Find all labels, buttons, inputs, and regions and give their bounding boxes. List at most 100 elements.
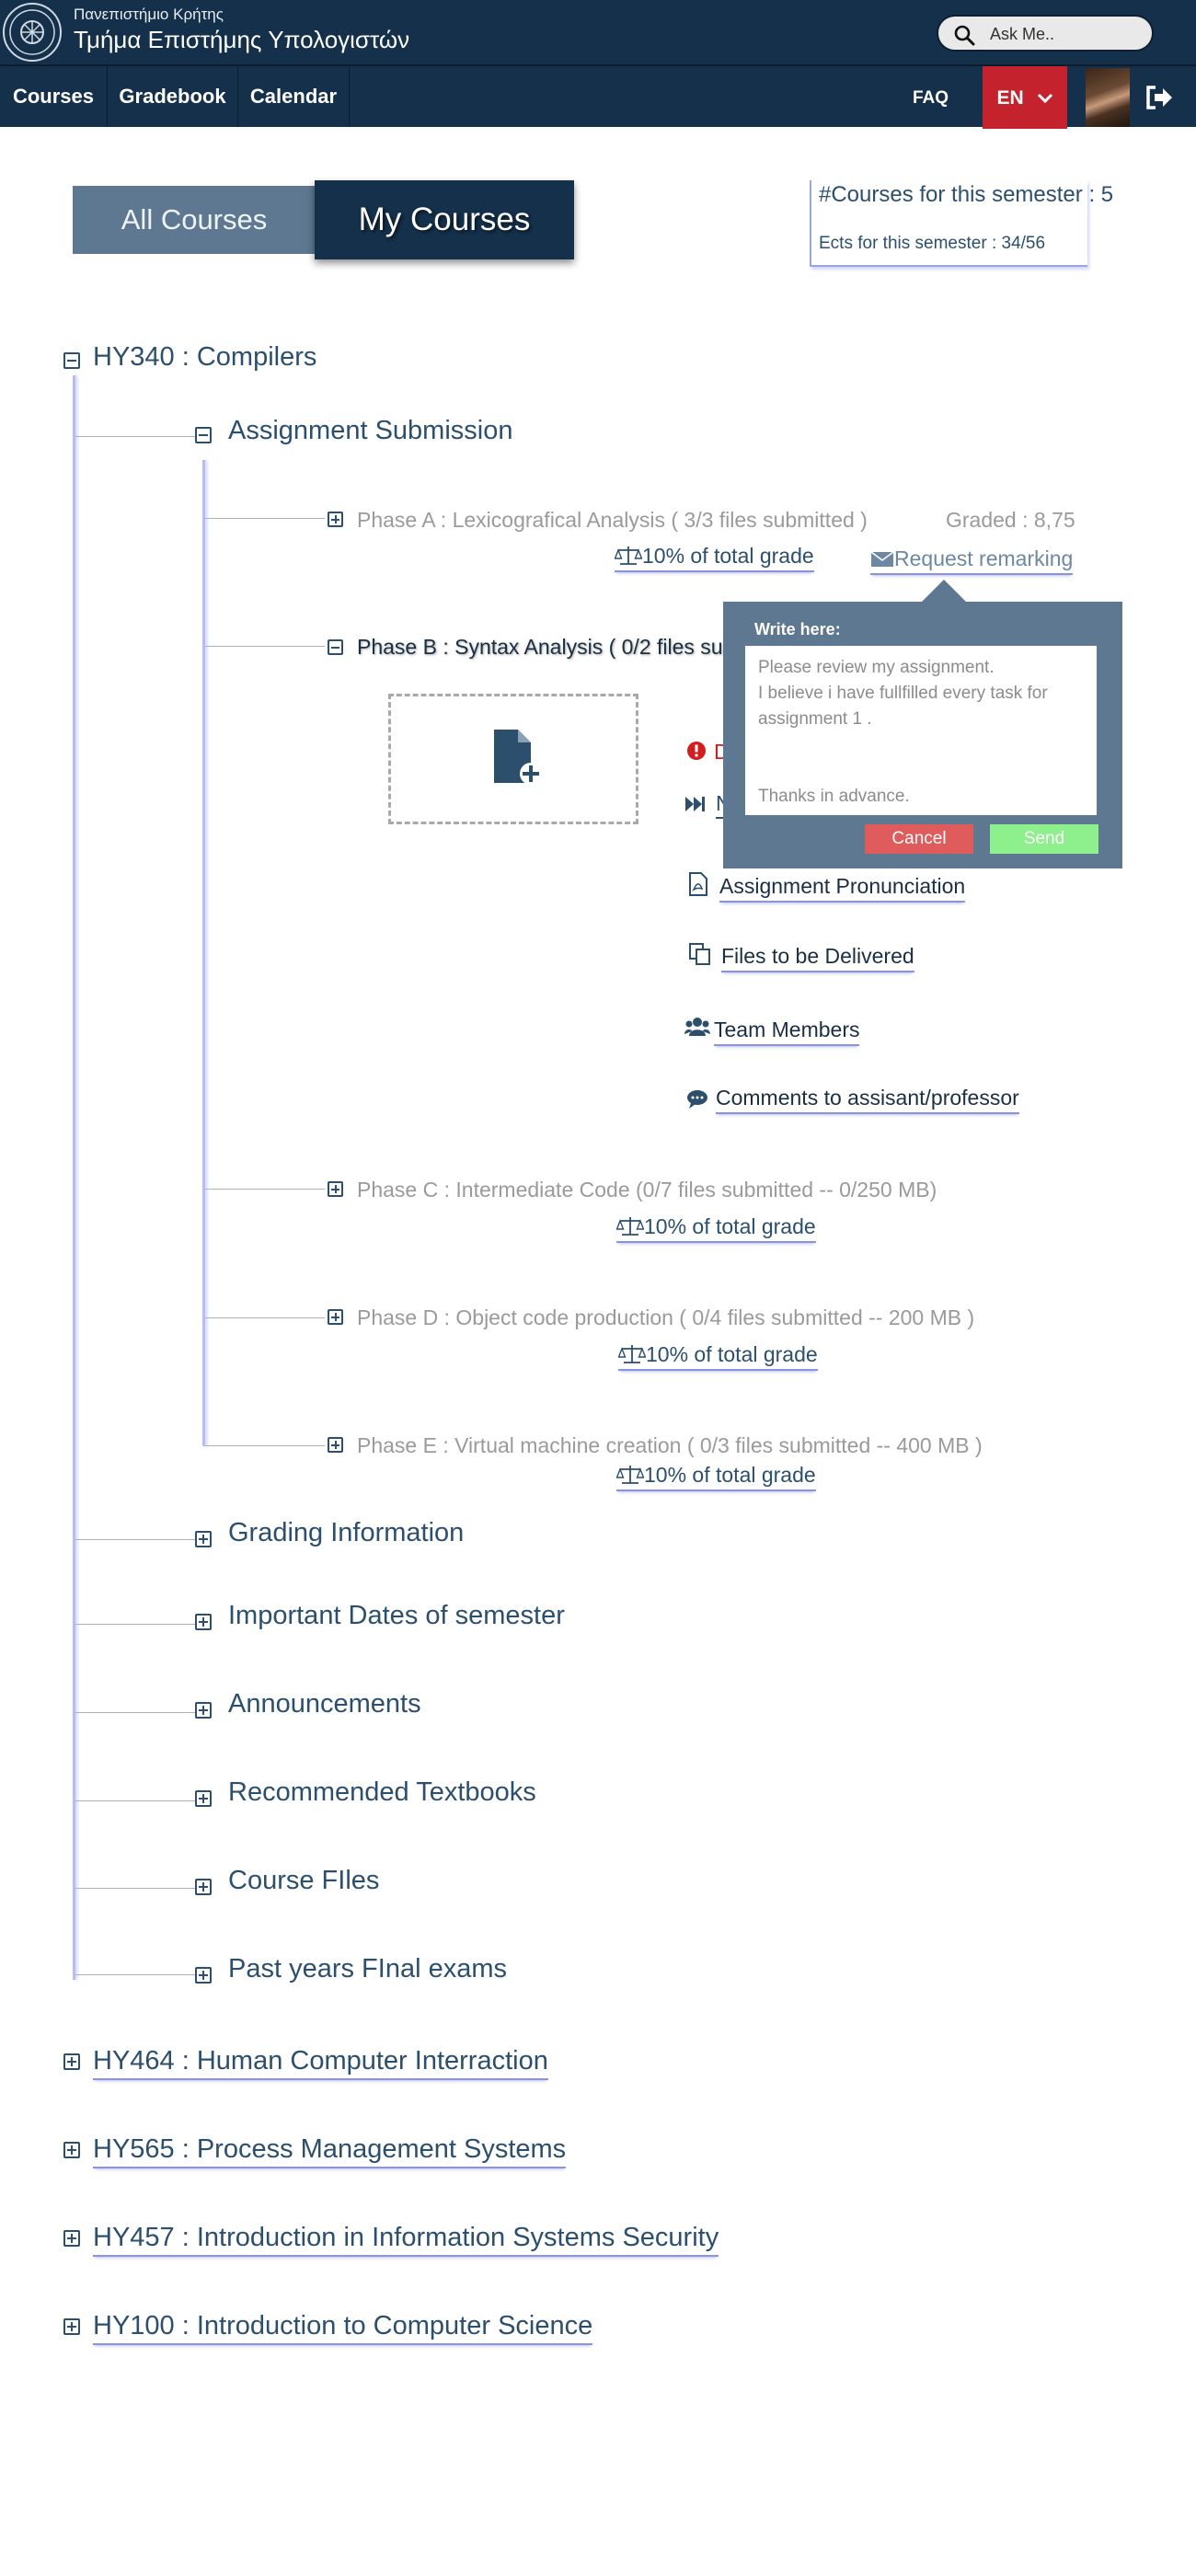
comments-to-professor-link[interactable]: Comments to assisant/professor [716,1086,1019,1114]
deadline-text-partial: D [714,740,723,762]
nav-courses[interactable]: Courses [0,66,108,127]
search-input[interactable] [990,23,1146,45]
language-label: EN [996,87,1024,109]
tab-all-courses[interactable]: All Courses [73,186,316,254]
tree-branch [75,436,195,437]
phase-c-weight: 10% of total grade [615,1214,816,1243]
expand-phase-toggle[interactable] [328,1309,343,1325]
team-users-icon [684,1018,710,1036]
section-course-files[interactable]: Course FIles [228,1866,379,1896]
expand-course-toggle[interactable] [63,2318,80,2335]
semester-ects: Ects for this semester : 34/56 [819,234,1046,253]
scale-icon [615,1466,645,1484]
expand-course-toggle[interactable] [63,2230,80,2247]
phase-d-weight-text: 10% of total grade [646,1342,818,1366]
expand-section-toggle[interactable] [195,1967,212,1984]
expand-section-toggle[interactable] [195,1879,212,1895]
expand-course-toggle[interactable] [63,2142,80,2158]
assignment-pronunciation-link[interactable]: Assignment Pronunciation [719,874,966,903]
collapse-section-toggle[interactable] [195,427,212,443]
phase-a-weight-text: 10% of total grade [642,544,814,568]
popup-arrow [922,580,966,602]
tree-branch [205,518,325,519]
chevron-down-icon [1037,94,1052,104]
tree-branch [75,1888,195,1889]
comment-icon [687,1090,707,1109]
add-file-icon [494,730,542,785]
section-past-final-exams[interactable]: Past years FInal exams [228,1954,507,1984]
course-title-hy340[interactable]: HY340 : Compilers [93,342,316,373]
expand-phase-toggle[interactable] [328,512,343,527]
expand-phase-toggle[interactable] [328,1181,343,1197]
phase-a-label[interactable]: Phase A : Lexicografical Analysis ( 3/3 … [357,508,868,533]
pdf-file-icon [689,872,707,896]
tree-branch [205,1445,325,1446]
submit-text-partial: N [716,791,723,819]
copy-files-icon [689,943,710,965]
popup-label: Write here: [754,620,841,638]
phase-c-weight-text: 10% of total grade [644,1214,816,1238]
section-announcements[interactable]: Announcements [228,1689,421,1719]
language-dropdown[interactable]: EN [983,66,1067,129]
tab-my-courses[interactable]: My Courses [315,180,574,259]
top-header: Πανεπιστήμιο Κρήτης Τμήμα Επιστήμης Υπολ… [0,0,1196,64]
search-box[interactable] [937,15,1154,52]
section-important-dates[interactable]: Important Dates of semester [228,1601,565,1631]
tree-branch [205,646,325,647]
expand-section-toggle[interactable] [195,1614,212,1630]
nav-gradebook[interactable]: Gradebook [108,66,238,127]
course-title-hy100[interactable]: HY100 : Introduction to Computer Science [93,2311,593,2345]
phase-d-label[interactable]: Phase D : Object code production ( 0/4 f… [357,1305,974,1330]
tree-branch [205,1317,325,1318]
tree-line-course [73,375,75,1980]
file-upload-dropzone[interactable] [388,694,638,824]
tree-branch [75,1712,195,1713]
scale-icon [615,1217,645,1236]
remark-message-textarea[interactable]: Please review my assignment. I believe i… [745,646,1097,815]
collapse-course-toggle[interactable] [63,352,80,369]
course-title-hy464[interactable]: HY464 : Human Computer Interraction [93,2046,548,2080]
section-recommended-textbooks[interactable]: Recommended Textbooks [228,1777,536,1808]
search-icon[interactable] [953,24,975,46]
tree-branch [205,1189,325,1190]
send-button[interactable]: Send [990,824,1098,854]
faq-link[interactable]: FAQ [913,66,949,127]
course-title-hy457[interactable]: HY457 : Introduction in Information Syst… [93,2223,719,2257]
team-members-link[interactable]: Team Members [714,1018,860,1046]
section-grading-information[interactable]: Grading Information [228,1518,464,1548]
request-remarking-link[interactable]: Request remarking [870,546,1074,575]
remark-request-popup: Write here: Please review my assignment.… [723,602,1122,868]
phase-e-label[interactable]: Phase E : Virtual machine creation ( 0/3… [357,1433,983,1458]
university-name: Πανεπιστήμιο Κρήτης [74,6,224,23]
fast-forward-icon [685,797,705,811]
envelope-icon [870,551,894,567]
alert-icon [687,742,706,760]
phase-b-label[interactable]: Phase B : Syntax Analysis ( 0/2 files su [357,635,723,660]
semester-summary: #Courses for this semester : 5 Ects for … [810,180,1113,267]
phase-e-weight: 10% of total grade [615,1463,816,1491]
cancel-button[interactable]: Cancel [865,824,973,854]
logout-icon[interactable] [1144,85,1174,110]
course-title-hy565[interactable]: HY565 : Process Management Systems [93,2134,567,2168]
scale-icon [617,1345,647,1363]
nav-calendar[interactable]: Calendar [238,66,350,127]
university-logo [3,3,62,62]
phase-a-graded: Graded : 8,75 [946,508,1075,532]
phase-e-weight-text: 10% of total grade [644,1463,816,1487]
files-to-be-delivered-link[interactable]: Files to be Delivered [721,944,914,972]
section-assignment-submission[interactable]: Assignment Submission [228,416,512,446]
tree-branch [75,1539,195,1540]
expand-section-toggle[interactable] [195,1702,212,1719]
user-avatar[interactable] [1086,68,1130,127]
phase-d-weight: 10% of total grade [617,1342,818,1371]
tree-line-assignments [202,460,205,1446]
request-remarking-label: Request remarking [894,546,1074,570]
expand-section-toggle[interactable] [195,1790,212,1807]
scale-icon [614,546,643,565]
expand-phase-toggle[interactable] [328,1437,343,1453]
collapse-phase-toggle[interactable] [328,639,343,655]
expand-section-toggle[interactable] [195,1531,212,1547]
phase-c-label[interactable]: Phase C : Intermediate Code (0/7 files s… [357,1178,937,1202]
phase-a-weight: 10% of total grade [614,544,814,572]
expand-course-toggle[interactable] [63,2053,80,2070]
